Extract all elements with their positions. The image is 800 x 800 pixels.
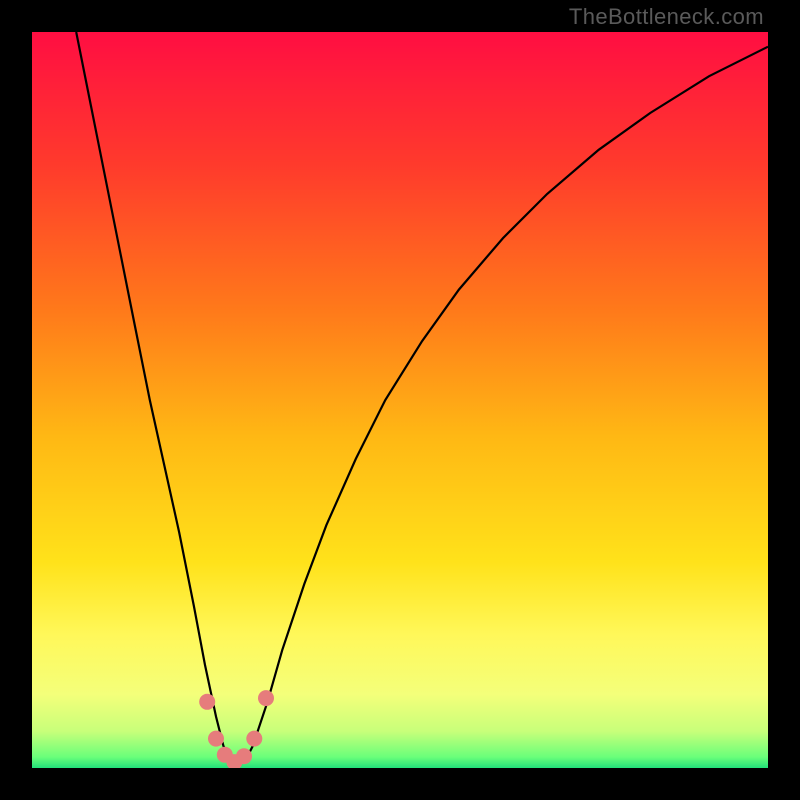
chart-frame: TheBottleneck.com bbox=[0, 0, 800, 800]
curve-marker bbox=[208, 731, 224, 747]
watermark-text: TheBottleneck.com bbox=[569, 4, 764, 30]
marker-group bbox=[199, 690, 274, 768]
curve-marker bbox=[199, 694, 215, 710]
curve-marker bbox=[246, 731, 262, 747]
curve-marker bbox=[258, 690, 274, 706]
bottleneck-curve bbox=[76, 32, 768, 764]
curve-svg bbox=[32, 32, 768, 768]
plot-area bbox=[32, 32, 768, 768]
curve-marker bbox=[236, 748, 252, 764]
